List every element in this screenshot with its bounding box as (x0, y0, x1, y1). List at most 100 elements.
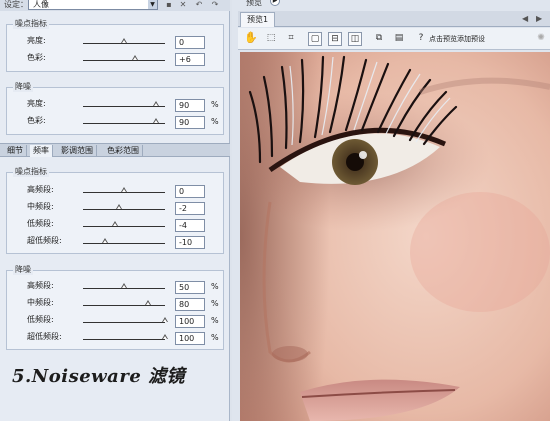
view-split-v-icon[interactable]: ◫ (348, 32, 362, 46)
tab-color-range[interactable]: 色彩范围 (104, 145, 143, 157)
folder-icon[interactable]: ▤ (392, 32, 406, 46)
color-input[interactable]: +6 (175, 53, 205, 66)
noise-reduction-group: 降噪 亮度: 90 % 色彩: 90 % (6, 81, 225, 135)
detail-tabs: 细节 频率 影调范围 色彩范围 (0, 143, 230, 157)
preview-image[interactable] (240, 52, 550, 421)
ultra-low-freq-slider-thumb[interactable] (101, 238, 109, 245)
caption-text: 5.Noiseware 滤镜 (12, 366, 186, 387)
preview-header: 预览 ▶ (232, 0, 550, 8)
reduction-high-freq-label: 高频段: (27, 281, 54, 290)
luminance-slider-thumb[interactable] (120, 38, 128, 45)
percent-unit: % (211, 316, 219, 325)
marquee-icon[interactable]: ⬚ (264, 32, 278, 46)
reduction-low-freq-row: 低频段: 100 % (7, 314, 225, 330)
luminance-label: 亮度: (27, 36, 46, 45)
low-freq-slider[interactable] (83, 226, 165, 227)
ultra-low-freq-input[interactable]: -10 (175, 236, 205, 249)
reduction-mid-freq-slider[interactable] (83, 305, 165, 306)
reduction-high-freq-input[interactable]: 50 (175, 281, 205, 294)
frequency-reduction-title: 降噪 (13, 264, 33, 275)
noise-reduction-title: 降噪 (13, 81, 33, 92)
reduction-mid-freq-row: 中频段: 80 % (7, 297, 225, 313)
settings-label: 设定： (4, 0, 28, 9)
toolbar-hint: 点击预览添加预设 (429, 35, 485, 43)
low-freq-slider-thumb[interactable] (112, 221, 119, 228)
help-icon[interactable]: ? (414, 32, 428, 46)
frequency-noise-group: 噪点指标 高频段: 0 中频段: -2 低频段: -4 超低频段: -10 (6, 166, 225, 254)
tab-tonal-range[interactable]: 影调范围 (58, 145, 97, 157)
reduction-mid-freq-slider-thumb[interactable] (145, 300, 152, 307)
ultra-low-freq-row: 超低频段: -10 (7, 235, 225, 251)
reduction-high-freq-row: 高频段: 50 % (7, 280, 225, 296)
reduction-color-row: 色彩: 90 % (7, 115, 225, 131)
preview-header-label: 预览 (246, 0, 262, 7)
noise-level-title: 噪点指标 (13, 18, 49, 29)
luminance-input[interactable]: 0 (175, 36, 205, 49)
low-freq-input[interactable]: -4 (175, 219, 205, 232)
frequency-reduction-group: 降噪 高频段: 50 % 中频段: 80 % 低频段: 100 % 超低频段: … (6, 264, 225, 350)
play-icon[interactable]: ▶ (270, 0, 280, 6)
chevron-right-icon[interactable]: ▶ (536, 14, 542, 23)
reduction-luminance-slider-thumb[interactable] (153, 101, 160, 108)
reduction-ultra-low-freq-input[interactable]: 100 (175, 332, 205, 345)
mid-freq-input[interactable]: -2 (175, 202, 205, 215)
sun-icon[interactable]: ✺ (534, 32, 548, 46)
reduction-low-freq-slider-thumb[interactable] (161, 317, 169, 324)
tab-detail[interactable]: 细节 (4, 145, 27, 157)
percent-unit: % (211, 117, 219, 126)
low-freq-label: 低频段: (27, 219, 54, 228)
reduction-luminance-row: 亮度: 90 % (7, 98, 225, 114)
settings-bar: 设定： 人像 ▼ ▪ ✕ ↶ ↷ (0, 0, 230, 11)
mid-freq-slider[interactable] (83, 209, 165, 210)
preview-tabstrip: 预览1 ◀ ▶ (238, 11, 550, 27)
frequency-noise-title: 噪点指标 (13, 166, 49, 177)
undo-icon[interactable]: ↶ (194, 0, 204, 10)
color-label: 色彩: (27, 53, 46, 62)
color-slider-thumb[interactable] (131, 55, 139, 62)
ultra-low-freq-label: 超低频段: (27, 236, 62, 245)
redo-icon[interactable]: ↷ (210, 0, 220, 10)
ultra-low-freq-slider[interactable] (83, 243, 165, 244)
mid-freq-slider-thumb[interactable] (116, 204, 123, 211)
reduction-luminance-label: 亮度: (27, 99, 46, 108)
delete-icon[interactable]: ✕ (178, 0, 188, 10)
reduction-color-slider-thumb[interactable] (153, 118, 160, 125)
reduction-ultra-low-freq-slider-thumb[interactable] (161, 334, 169, 341)
portrait-photo (240, 52, 550, 421)
view-split-h-icon[interactable]: ⊟ (328, 32, 342, 46)
preset-select[interactable]: 人像 ▼ (28, 0, 158, 10)
color-slider[interactable] (83, 60, 165, 61)
high-freq-label: 高频段: (27, 185, 54, 194)
reduction-ultra-low-freq-row: 超低频段: 100 % (7, 331, 225, 347)
chevron-left-icon[interactable]: ◀ (522, 14, 528, 23)
reduction-luminance-input[interactable]: 90 (175, 99, 205, 112)
reduction-ultra-low-freq-label: 超低频段: (27, 332, 62, 341)
reduction-low-freq-input[interactable]: 100 (175, 315, 205, 328)
percent-unit: % (211, 100, 219, 109)
settings-panel: 设定： 人像 ▼ ▪ ✕ ↶ ↷ 噪点指标 亮度: 0 色彩: +6 降噪 亮度… (0, 0, 230, 421)
export-icon[interactable]: ⧉ (372, 32, 386, 46)
percent-unit: % (211, 333, 219, 342)
reduction-mid-freq-label: 中频段: (27, 298, 54, 307)
color-row: 色彩: +6 (7, 52, 225, 68)
hand-icon[interactable]: ✋ (244, 32, 258, 46)
reduction-low-freq-slider[interactable] (83, 322, 165, 323)
reduction-color-input[interactable]: 90 (175, 116, 205, 129)
reduction-low-freq-label: 低频段: (27, 315, 54, 324)
high-freq-input[interactable]: 0 (175, 185, 205, 198)
crop-icon[interactable]: ⌗ (284, 32, 298, 46)
mid-freq-row: 中频段: -2 (7, 201, 225, 217)
view-single-icon[interactable]: ▢ (308, 32, 322, 46)
preview-panel: 预览 ▶ 预览1 ◀ ▶ ✋ ⬚ ⌗ ▢ ⊟ ◫ ⧉ ▤ ? 点击预览添加预设 … (232, 0, 550, 421)
reduction-mid-freq-input[interactable]: 80 (175, 298, 205, 311)
tab-frequency[interactable]: 频率 (30, 145, 53, 157)
noise-level-group: 噪点指标 亮度: 0 色彩: +6 (6, 18, 225, 72)
high-freq-slider-thumb[interactable] (120, 187, 128, 194)
percent-unit: % (211, 299, 219, 308)
reduction-ultra-low-freq-slider[interactable] (83, 339, 165, 340)
reduction-high-freq-slider-thumb[interactable] (120, 283, 128, 290)
tab-preview-1[interactable]: 预览1 (240, 12, 276, 27)
luminance-row: 亮度: 0 (7, 35, 225, 51)
chevron-down-icon[interactable]: ▼ (148, 0, 157, 9)
save-icon[interactable]: ▪ (164, 0, 174, 10)
